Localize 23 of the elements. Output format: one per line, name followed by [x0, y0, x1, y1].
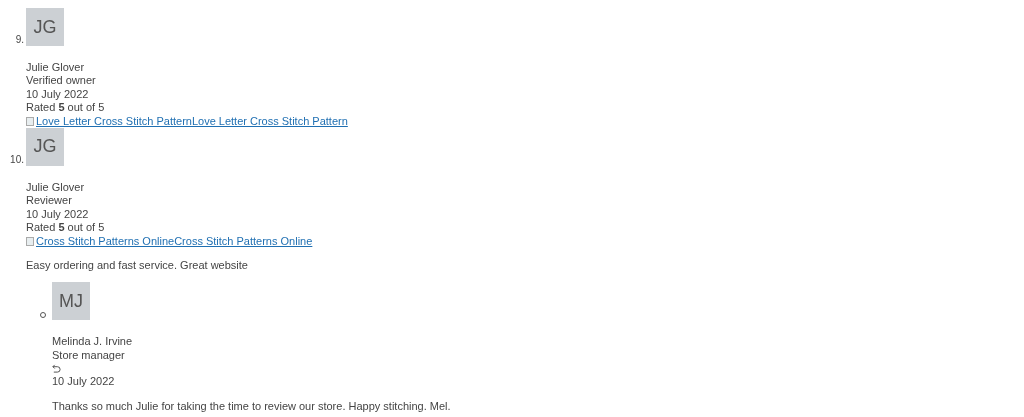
- author-name: Julie Glover: [26, 180, 86, 195]
- avatar: JG: [26, 127, 64, 166]
- reviewer-role: Store manager: [52, 348, 126, 363]
- review-date: 10 July 2022: [26, 207, 90, 222]
- rating-text: Rated 5 out of 5: [26, 221, 106, 235]
- review-text: Easy ordering and fast service. Great website: [26, 257, 249, 273]
- author-name: Melinda J. Irvine: [52, 335, 134, 349]
- broken-image-icon: [26, 116, 34, 126]
- reply-text: Thanks so much Julie for taking the time to review our store. Happy stitching. Mel.: [52, 398, 452, 414]
- reply-date: 10 July 2022: [52, 375, 116, 389]
- review-date: 10 July 2022: [26, 87, 90, 102]
- reviewer-role: Verified owner: [26, 74, 97, 88]
- product-link[interactable]: Love Letter Cross Stitch PatternLove Letter Cross Stitch Pattern: [26, 114, 348, 128]
- avatar: JG: [26, 8, 64, 46]
- list-number: 9.: [14, 34, 24, 46]
- avatar: MJ: [52, 282, 90, 321]
- author-name: Julie Glover: [26, 61, 86, 75]
- product-link[interactable]: Cross Stitch Patterns OnlineCross Stitch Patterns Online: [26, 234, 313, 248]
- reply-icon: [52, 364, 61, 374]
- list-number: 10.: [9, 153, 24, 166]
- rating-text: Rated 5 out of 5: [26, 101, 106, 115]
- broken-image-icon: [26, 236, 34, 246]
- reviewer-role: Reviewer: [26, 194, 73, 208]
